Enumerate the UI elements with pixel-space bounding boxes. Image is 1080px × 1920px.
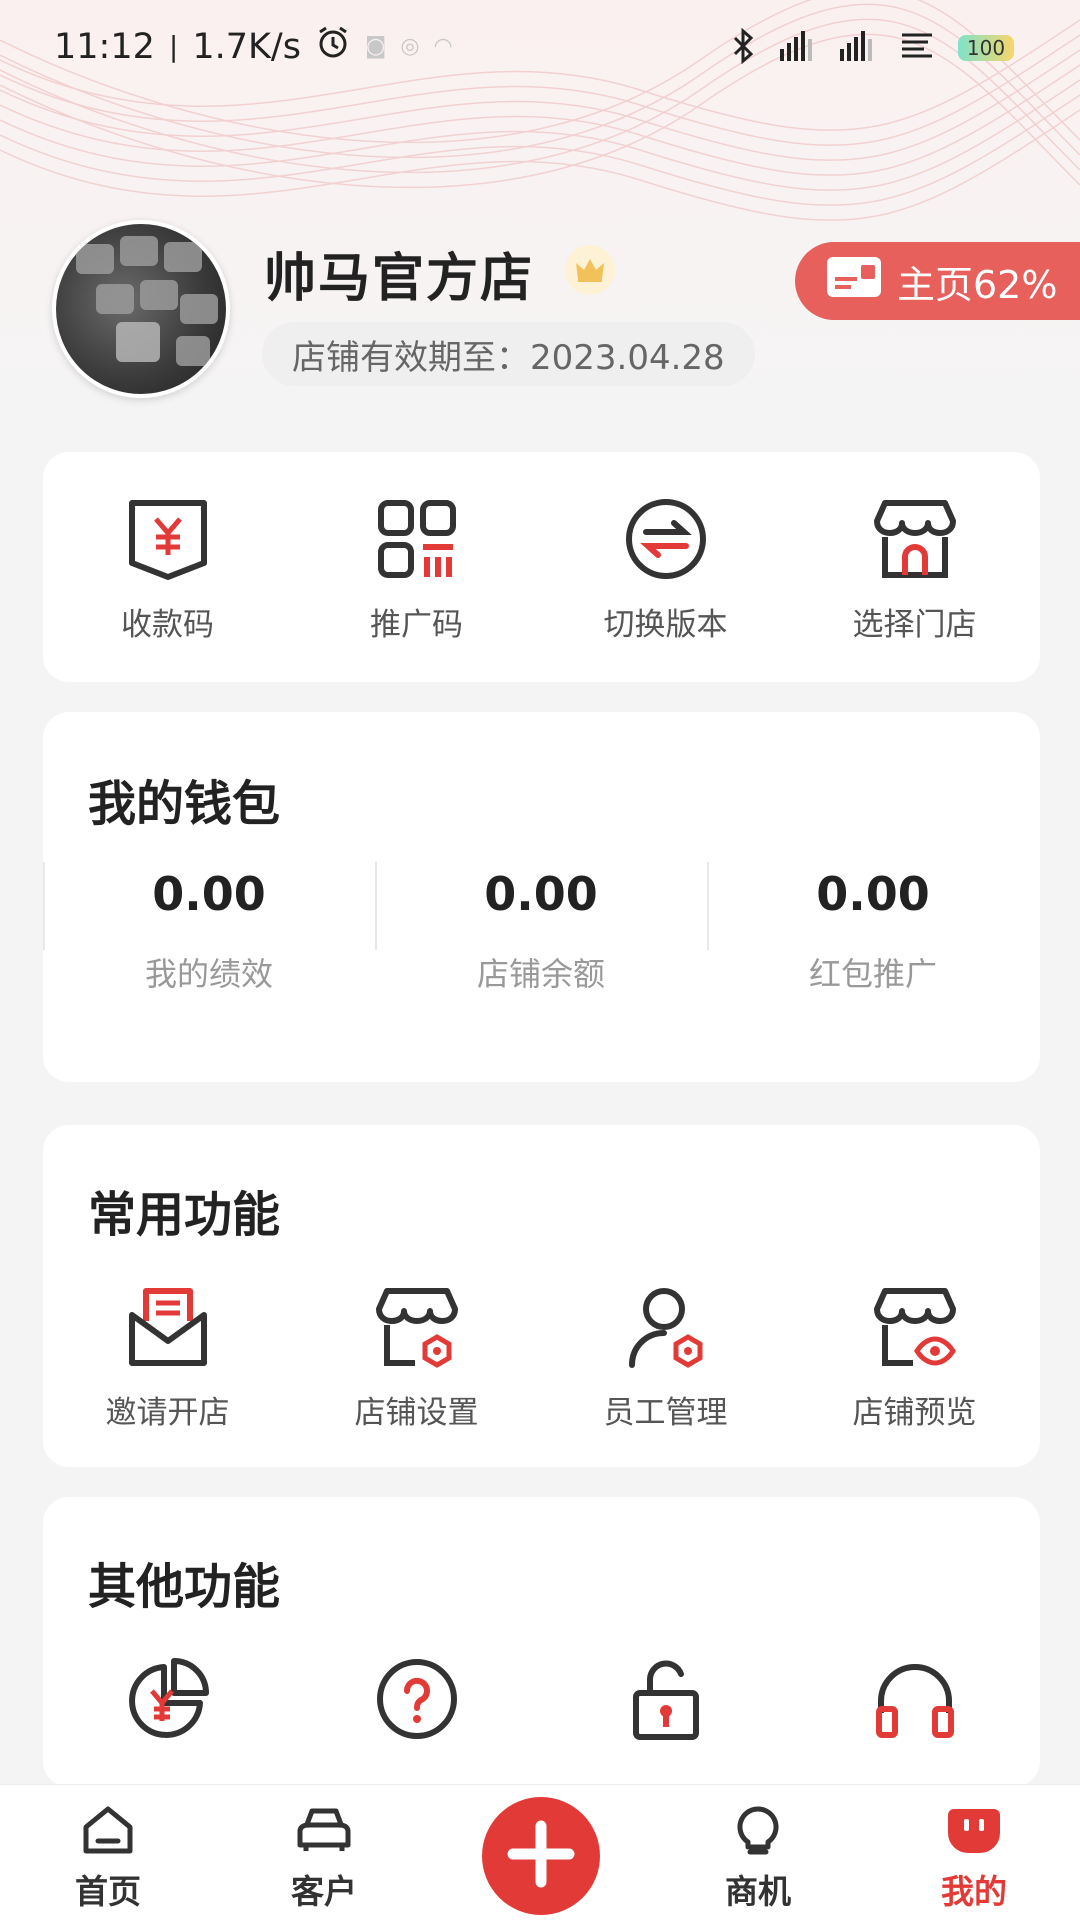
finance-chart-icon xyxy=(126,1657,210,1741)
quick-actions-card: 收款码 推广码 切换版本 选择门店 xyxy=(43,452,1040,682)
alarm-icon xyxy=(315,24,351,69)
function-label: 员工管理 xyxy=(603,1395,728,1431)
store-icon xyxy=(873,497,957,581)
nav-label: 商机 xyxy=(725,1872,791,1911)
customer-icon xyxy=(296,1805,352,1859)
quick-action-select-store[interactable]: 选择门店 xyxy=(790,497,1039,644)
wallet-title: 我的钱包 xyxy=(88,776,281,832)
payment-code-icon xyxy=(126,497,210,581)
home-icon xyxy=(80,1805,136,1859)
crown-icon xyxy=(565,245,615,295)
store-name: 帅马官方店 xyxy=(264,249,535,309)
create-button[interactable] xyxy=(482,1797,600,1915)
quick-action-payment-code[interactable]: 收款码 xyxy=(43,497,292,644)
help-icon xyxy=(375,1657,459,1741)
mine-icon xyxy=(946,1805,1002,1859)
home-progress-button[interactable]: 主页62% xyxy=(795,242,1080,320)
common-functions-title: 常用功能 xyxy=(88,1187,281,1243)
quick-action-label: 推广码 xyxy=(370,607,463,643)
other-function-item[interactable] xyxy=(43,1657,292,1741)
mail-icon xyxy=(126,1285,210,1369)
other-functions-card: 其他功能 xyxy=(43,1497,1040,1787)
wallet-value: 0.00 xyxy=(484,867,598,921)
wallet-label: 我的绩效 xyxy=(144,955,273,993)
qr-code-icon xyxy=(375,497,459,581)
staff-icon xyxy=(624,1285,708,1369)
wifi-icon xyxy=(898,29,938,67)
status-net-speed: 1.7K/s xyxy=(192,26,301,67)
battery-indicator: 100 xyxy=(958,35,1014,61)
other-function-item[interactable] xyxy=(541,1657,790,1741)
notification-icon: ◙ xyxy=(364,34,387,59)
id-card-icon xyxy=(825,255,883,308)
signal-icon xyxy=(778,29,818,67)
store-preview-item[interactable]: 店铺预览 xyxy=(790,1285,1039,1432)
quick-action-label: 收款码 xyxy=(121,607,214,643)
function-label: 邀请开店 xyxy=(105,1395,230,1431)
notification-icon: ◠ xyxy=(433,34,453,59)
other-function-item[interactable] xyxy=(292,1657,541,1741)
wallet-red-packet[interactable]: 0.00 红包推广 xyxy=(707,867,1039,995)
common-functions-card: 常用功能 邀请开店 店铺设置 员工管理 店铺预览 xyxy=(43,1125,1040,1467)
nav-label: 我的 xyxy=(941,1872,1007,1911)
signal-icon xyxy=(838,29,878,67)
store-preview-icon xyxy=(873,1285,957,1369)
wallet-label: 红包推广 xyxy=(808,955,937,993)
bottom-navigation: 首页 客户 商机 我的 xyxy=(0,1784,1080,1920)
nav-opportunity[interactable]: 商机 xyxy=(688,1805,828,1913)
home-progress-label: 主页62% xyxy=(897,262,1058,307)
switch-icon xyxy=(624,497,708,581)
other-functions-title: 其他功能 xyxy=(88,1559,281,1615)
wallet-value: 0.00 xyxy=(816,867,930,921)
headset-icon xyxy=(873,1657,957,1741)
lock-icon xyxy=(624,1657,708,1741)
other-function-item[interactable] xyxy=(790,1657,1039,1741)
nav-label: 客户 xyxy=(291,1872,357,1911)
status-bar: 11:12 | 1.7K/s ◙ ◎ ◠ 100 xyxy=(0,0,1080,96)
plus-icon xyxy=(505,1818,577,1894)
wallet-label: 店铺余额 xyxy=(476,955,605,993)
avatar[interactable] xyxy=(52,220,230,398)
opportunity-icon xyxy=(730,1805,786,1859)
expire-date-badge: 店铺有效期至：2023.04.28 xyxy=(262,322,755,386)
nav-label: 首页 xyxy=(75,1872,141,1911)
status-time: 11:12 xyxy=(54,26,155,67)
wallet-card: 我的钱包 0.00 我的绩效 0.00 店铺余额 0.00 红包推广 xyxy=(43,712,1040,1082)
notification-icon: ◎ xyxy=(400,34,420,59)
store-settings-icon xyxy=(375,1285,459,1369)
wallet-value: 0.00 xyxy=(152,867,266,921)
quick-action-label: 选择门店 xyxy=(852,607,977,643)
function-label: 店铺预览 xyxy=(852,1395,977,1431)
quick-action-switch-version[interactable]: 切换版本 xyxy=(541,497,790,644)
staff-management-item[interactable]: 员工管理 xyxy=(541,1285,790,1432)
invite-store-item[interactable]: 邀请开店 xyxy=(43,1285,292,1432)
quick-action-promo-code[interactable]: 推广码 xyxy=(292,497,541,644)
bluetooth-icon xyxy=(728,27,758,68)
store-settings-item[interactable]: 店铺设置 xyxy=(292,1285,541,1432)
quick-action-label: 切换版本 xyxy=(603,607,728,643)
function-label: 店铺设置 xyxy=(354,1395,479,1431)
wallet-store-balance[interactable]: 0.00 店铺余额 xyxy=(375,867,707,995)
nav-customer[interactable]: 客户 xyxy=(254,1805,394,1913)
nav-mine[interactable]: 我的 xyxy=(904,1805,1044,1913)
nav-home[interactable]: 首页 xyxy=(38,1805,178,1913)
status-separator: | xyxy=(168,30,179,63)
wallet-performance[interactable]: 0.00 我的绩效 xyxy=(43,867,375,995)
